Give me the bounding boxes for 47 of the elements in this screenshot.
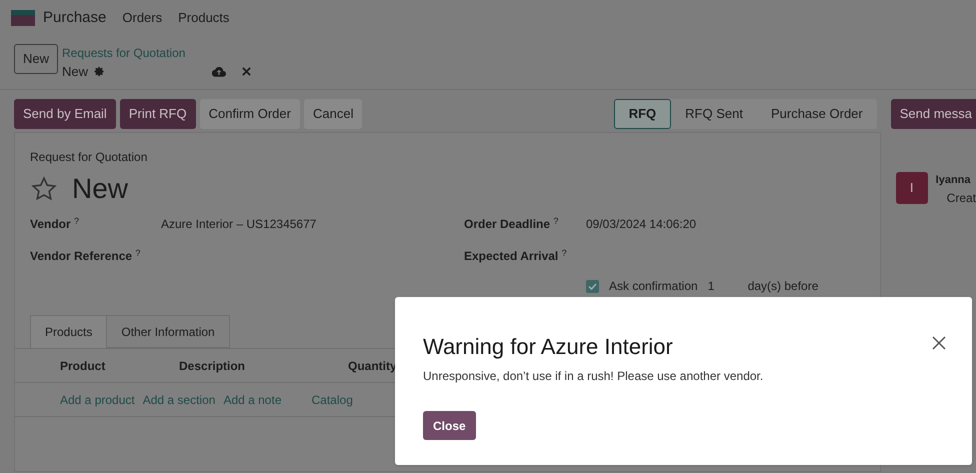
status-step[interactable]: RFQ [614, 99, 672, 129]
message-text: Creat [946, 190, 976, 206]
form-tab[interactable]: Other Information [107, 315, 230, 348]
app-name[interactable]: Purchase [43, 6, 106, 30]
action-button[interactable]: Confirm Order [200, 99, 300, 129]
field-value[interactable]: Azure Interior – US12345677 [161, 215, 316, 233]
send-message-button[interactable]: Send messa [890, 99, 976, 129]
field-label: Expected Arrival $^{?}$ [464, 247, 568, 265]
add-line-link[interactable]: Add a product [60, 390, 135, 408]
user-avatar: I [896, 172, 928, 204]
dialog-message: Unresponsive, don’t use if in a rush! Please use another vendor. [423, 368, 764, 385]
status-step[interactable]: RFQ Sent [671, 99, 757, 129]
app-logo-icon [11, 10, 35, 26]
checkbox[interactable] [586, 280, 599, 292]
field-value[interactable]: 09/03/2024 14:06:20 [586, 215, 696, 233]
menu-item[interactable]: Orders [122, 8, 162, 28]
column-header: Description [179, 358, 246, 374]
add-line-link[interactable]: Catalog [312, 390, 353, 408]
add-line-link[interactable]: Add a section [142, 390, 216, 408]
record-name: New [62, 63, 88, 81]
field-label: Order Deadline $^{?}$ [464, 215, 560, 233]
field-label: Vendor Reference $^{?}$ [30, 247, 142, 265]
action-button[interactable]: Print RFQ [120, 99, 196, 129]
breadcrumb-link[interactable]: Requests for Quotation [62, 44, 252, 62]
message-author: Iyanna [936, 173, 972, 188]
field-label: Vendor $^{?}$ [30, 215, 80, 233]
menu-item[interactable]: Products [178, 8, 230, 28]
record-title: New [72, 172, 128, 206]
add-line-link[interactable]: Add a note [223, 390, 282, 408]
new-button[interactable]: New [14, 44, 58, 74]
form-tab[interactable]: Products [30, 315, 108, 348]
cloud-upload-icon[interactable] [212, 66, 226, 78]
status-step[interactable]: Purchase Order [756, 99, 877, 129]
action-button[interactable]: Cancel [304, 99, 362, 129]
close-icon[interactable] [242, 67, 252, 76]
star-icon[interactable] [30, 176, 58, 202]
form-subtitle: Request for Quotation [30, 149, 148, 166]
action-button[interactable]: Send by Email [14, 99, 116, 129]
close-button[interactable]: Close [423, 411, 476, 440]
close-icon[interactable] [932, 336, 946, 350]
checkbox-label: Ask confirmation [609, 278, 698, 295]
settings-icon[interactable] [94, 66, 106, 78]
days-suffix: day(s) before [748, 278, 818, 295]
column-header: Quantity [348, 358, 398, 374]
days-field[interactable]: 1 [708, 277, 738, 295]
column-header: Product [60, 358, 106, 374]
dialog-title: Warning for Azure Interior [423, 333, 673, 361]
